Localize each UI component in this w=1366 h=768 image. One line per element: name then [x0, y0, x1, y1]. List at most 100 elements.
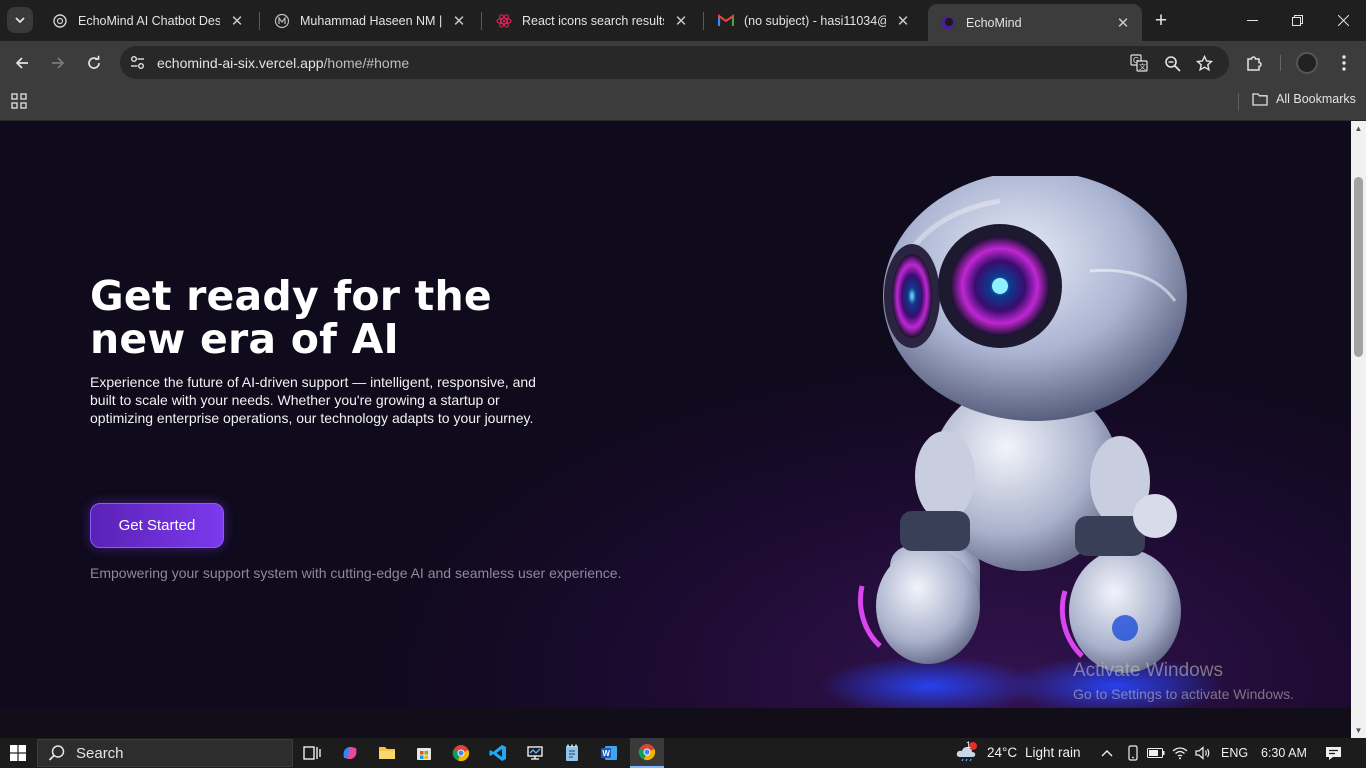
url-path: /home/#home	[323, 55, 410, 71]
arrow-right-icon	[52, 57, 65, 69]
bookmarks-divider	[1238, 93, 1239, 111]
phone-link-icon[interactable]	[1124, 744, 1142, 762]
tab-title: Muhammad Haseen NM | M	[300, 13, 442, 28]
volume-icon[interactable]	[1194, 744, 1212, 762]
search-icon	[48, 745, 65, 761]
translate-icon[interactable]: G文	[1130, 54, 1148, 72]
toolbar-divider	[1280, 55, 1281, 71]
site-settings-icon[interactable]	[129, 54, 146, 71]
extensions-icon[interactable]	[1243, 52, 1265, 74]
more-menu-icon[interactable]	[1333, 52, 1355, 74]
forward-button[interactable]	[45, 50, 71, 76]
minimize-icon	[1246, 19, 1258, 21]
pc-manager-icon[interactable]	[525, 743, 545, 763]
copilot-icon[interactable]	[340, 743, 360, 763]
apps-grid-icon[interactable]	[11, 93, 29, 111]
tab-title: React icons search results	[522, 13, 664, 28]
show-hidden-icons-chevron-icon[interactable]	[1098, 744, 1116, 762]
url-text: echomind-ai-six.vercel.app/home/#home	[157, 55, 409, 71]
back-button[interactable]	[9, 50, 35, 76]
close-icon	[1337, 14, 1349, 26]
close-tab-icon[interactable]: ✕	[672, 12, 690, 30]
chevron-down-icon	[15, 17, 25, 24]
notepad-icon[interactable]	[562, 743, 582, 763]
tab-title: (no subject) - hasi11034@gr	[744, 13, 886, 28]
windows-taskbar: Search W 1 24°C Light rain ENG 6:30 AM	[0, 738, 1366, 768]
close-tab-icon[interactable]: ✕	[894, 12, 912, 30]
minimize-button[interactable]	[1229, 6, 1275, 34]
tab-echomind[interactable]: EchoMind ✕	[928, 4, 1142, 41]
hero-section: Get ready for the new era of AI Experien…	[0, 121, 1351, 708]
tab-divider	[481, 12, 482, 30]
hero-title: Get ready for the new era of AI	[90, 275, 650, 361]
task-view-icon[interactable]	[302, 743, 322, 763]
hero-title-line-2: new era of AI	[90, 315, 399, 363]
restore-button[interactable]	[1274, 6, 1320, 34]
tab-title: EchoMind	[966, 15, 1022, 30]
tab-strip: EchoMind AI Chatbot Descrip ✕ Muhammad H…	[0, 0, 1366, 41]
chrome-active-app-icon[interactable]	[630, 738, 664, 768]
folder-icon	[1252, 93, 1268, 106]
get-started-button[interactable]: Get Started	[90, 503, 224, 548]
robot-illustration	[820, 176, 1225, 708]
svg-text:W: W	[602, 749, 610, 758]
taskbar-search-box[interactable]: Search	[37, 739, 293, 767]
page-scrollbar[interactable]: ▲ ▼	[1351, 121, 1366, 738]
all-bookmarks-label: All Bookmarks	[1276, 92, 1356, 106]
address-bar[interactable]: echomind-ai-six.vercel.app/home/#home G文	[120, 46, 1229, 79]
wifi-icon[interactable]	[1171, 744, 1189, 762]
reload-icon	[88, 55, 100, 69]
reload-button[interactable]	[81, 50, 107, 76]
zoom-icon[interactable]	[1163, 54, 1181, 72]
scroll-up-arrow-icon[interactable]: ▲	[1354, 124, 1363, 133]
activate-windows-subtitle: Go to Settings to activate Windows.	[1073, 686, 1294, 702]
tab-divider	[703, 12, 704, 30]
battery-icon[interactable]	[1147, 744, 1165, 762]
weather-temperature[interactable]: 24°C	[987, 745, 1017, 760]
close-tab-icon[interactable]: ✕	[228, 12, 246, 30]
scroll-down-arrow-icon[interactable]: ▼	[1354, 726, 1363, 735]
tab-echomind-description[interactable]: EchoMind AI Chatbot Descrip ✕	[40, 4, 256, 37]
new-tab-button[interactable]: +	[1149, 9, 1173, 33]
windows-start-icon[interactable]	[10, 745, 26, 761]
echomind-icon	[940, 15, 956, 31]
portfolio-icon	[274, 13, 290, 29]
gmail-icon	[718, 13, 734, 29]
profile-avatar[interactable]	[1296, 52, 1318, 74]
notifications-icon[interactable]	[1324, 744, 1342, 762]
activate-windows-title: Activate Windows	[1073, 660, 1223, 681]
page-next-section	[0, 708, 1351, 738]
close-tab-icon[interactable]: ✕	[1114, 14, 1132, 32]
tab-react-icons[interactable]: React icons search results ✕	[484, 4, 700, 37]
system-clock[interactable]: 6:30 AM	[1261, 746, 1307, 760]
tab-gmail[interactable]: (no subject) - hasi11034@gr ✕	[706, 4, 922, 37]
microsoft-store-icon[interactable]	[414, 743, 434, 763]
word-icon[interactable]: W	[599, 743, 619, 763]
bookmarks-bar: All Bookmarks	[0, 84, 1366, 121]
vscode-icon[interactable]	[488, 743, 508, 763]
hero-description: Experience the future of AI-driven suppo…	[90, 374, 536, 426]
chrome-icon[interactable]	[451, 743, 471, 763]
close-tab-icon[interactable]: ✕	[450, 12, 468, 30]
scrollbar-thumb[interactable]	[1354, 177, 1363, 357]
tab-title: EchoMind AI Chatbot Descrip	[78, 13, 220, 28]
hero-tagline: Empowering your support system with cutt…	[90, 565, 622, 581]
all-bookmarks-button[interactable]: All Bookmarks	[1252, 92, 1356, 106]
hero-title-line-1: Get ready for the	[90, 272, 492, 320]
input-language[interactable]: ENG	[1221, 746, 1248, 760]
tab-portfolio[interactable]: Muhammad Haseen NM | M ✕	[262, 4, 478, 37]
file-explorer-icon[interactable]	[377, 743, 397, 763]
weather-alert-count: 1	[966, 740, 972, 750]
url-host: echomind-ai-six.vercel.app	[157, 55, 324, 71]
restore-icon	[1291, 14, 1303, 26]
weather-description[interactable]: Light rain	[1025, 745, 1081, 760]
openai-icon	[52, 13, 68, 29]
arrow-left-icon	[15, 57, 28, 69]
browser-toolbar: echomind-ai-six.vercel.app/home/#home G文	[0, 41, 1366, 84]
react-icon	[496, 13, 512, 29]
tab-search-button[interactable]	[7, 7, 33, 33]
bookmark-star-icon[interactable]	[1195, 54, 1213, 72]
close-window-button[interactable]	[1320, 6, 1366, 34]
tab-divider	[259, 12, 260, 30]
taskbar-search-placeholder: Search	[76, 744, 124, 762]
